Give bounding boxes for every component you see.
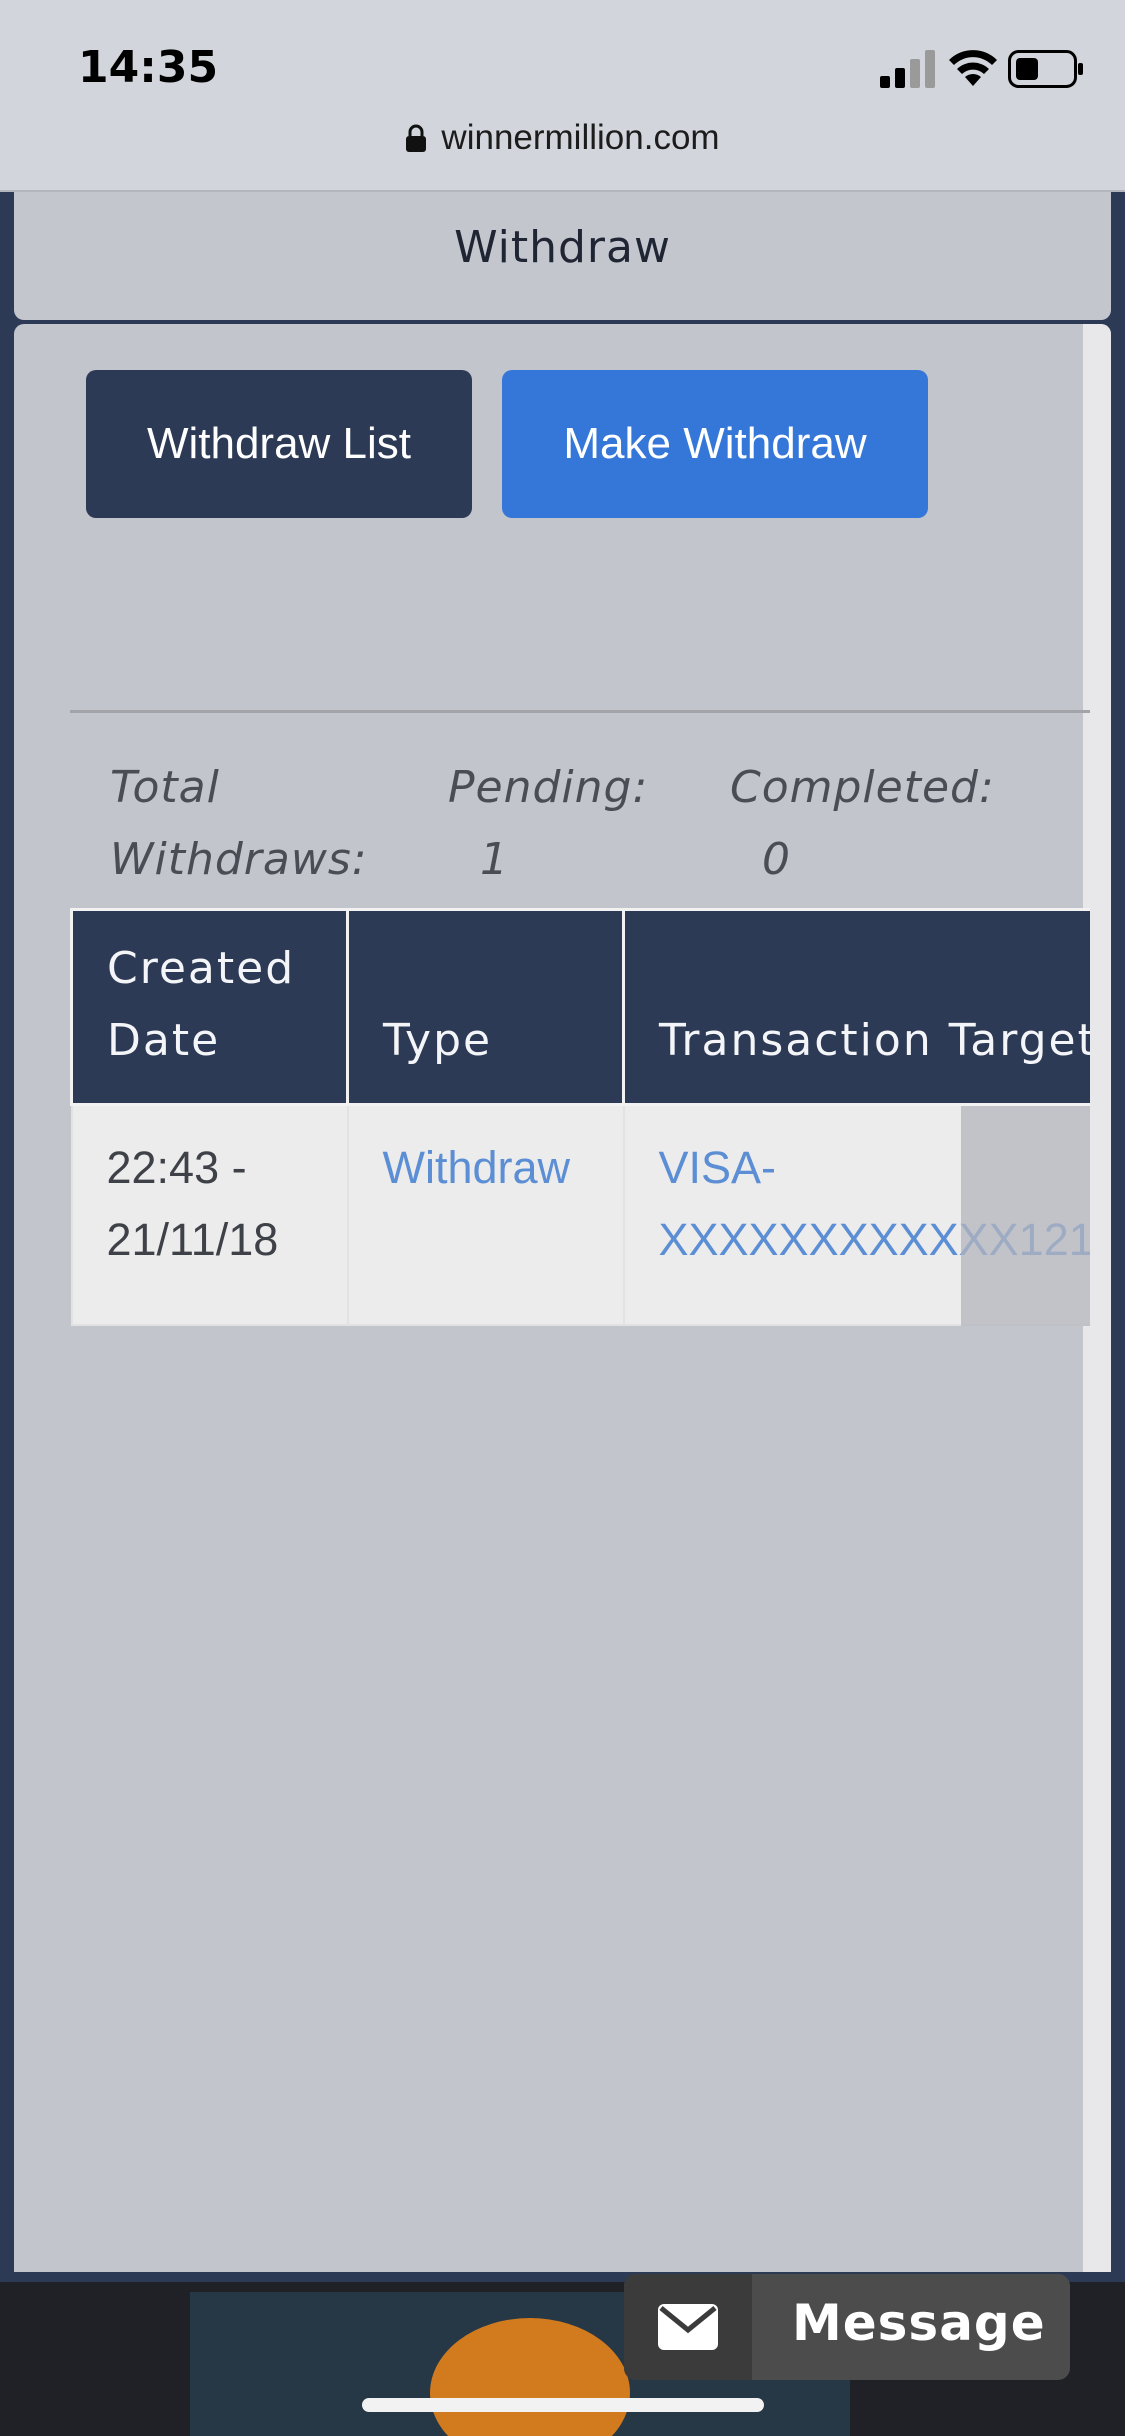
signal-icon [880,50,935,88]
table-row[interactable]: 22:43 - 21/11/18 Withdraw VISA- XXXXXXXX… [70,1103,1090,1326]
lock-icon [406,124,427,152]
make-withdraw-button[interactable]: Make Withdraw [502,370,928,518]
url-bar[interactable]: winnermillion.com [0,118,1125,166]
page-frame: Withdraw Withdraw List Make Withdraw Tot… [0,192,1125,2282]
withdraw-table[interactable]: Created Date Type Transaction Target 22:… [70,908,1090,1354]
header-type[interactable]: Type [346,908,625,1106]
stat-completed-label: Completed: [730,762,995,813]
status-bar: 14:35 winnermillion.com [0,0,1125,190]
cell-type-link[interactable]: Withdraw [346,1103,625,1326]
stat-pending-label: Pending: [448,762,649,813]
stat-pending: Pending: 1 [448,752,708,896]
section-divider [70,710,1090,713]
message-label: Message [792,2294,1046,2352]
header-created-date[interactable]: Created Date [70,908,349,1106]
message-icon-box [624,2274,752,2380]
wifi-icon [949,50,997,86]
withdraw-table-grid: Created Date Type Transaction Target 22:… [70,908,1090,1326]
created-time: 22:43 - [106,1142,247,1193]
status-time: 14:35 [78,42,219,93]
created-date: 21/11/18 [106,1214,279,1265]
page-title: Withdraw [454,222,671,273]
cell-transaction-target[interactable]: VISA- XXXXXXXXXXXX1217 [622,1103,1090,1326]
stat-completed: Completed: 0 [730,752,1030,896]
message-button[interactable]: Message [624,2274,1070,2380]
row-overlay [960,1106,1090,1326]
header-transaction-target[interactable]: Transaction Target [622,908,1090,1106]
home-indicator[interactable] [362,2398,764,2412]
url-text: winnermillion.com [441,118,720,157]
mail-icon [658,2304,718,2350]
stat-clipped-edge [1072,752,1102,824]
battery-icon [1008,50,1083,88]
table-header-row: Created Date Type Transaction Target [70,908,1090,1106]
stat-total-label: Total Withdraws: [110,762,368,885]
stat-completed-value: 0 [762,834,791,885]
header-card: Withdraw [14,192,1111,320]
screen: 14:35 winnermillion.com Withdraw Withdra… [0,0,1125,2436]
withdraw-list-button[interactable]: Withdraw List [86,370,472,518]
stat-pending-value: 1 [480,834,509,885]
cell-created-date: 22:43 - 21/11/18 [70,1103,349,1326]
content-card[interactable]: Withdraw List Make Withdraw Total Withdr… [14,324,1111,2272]
